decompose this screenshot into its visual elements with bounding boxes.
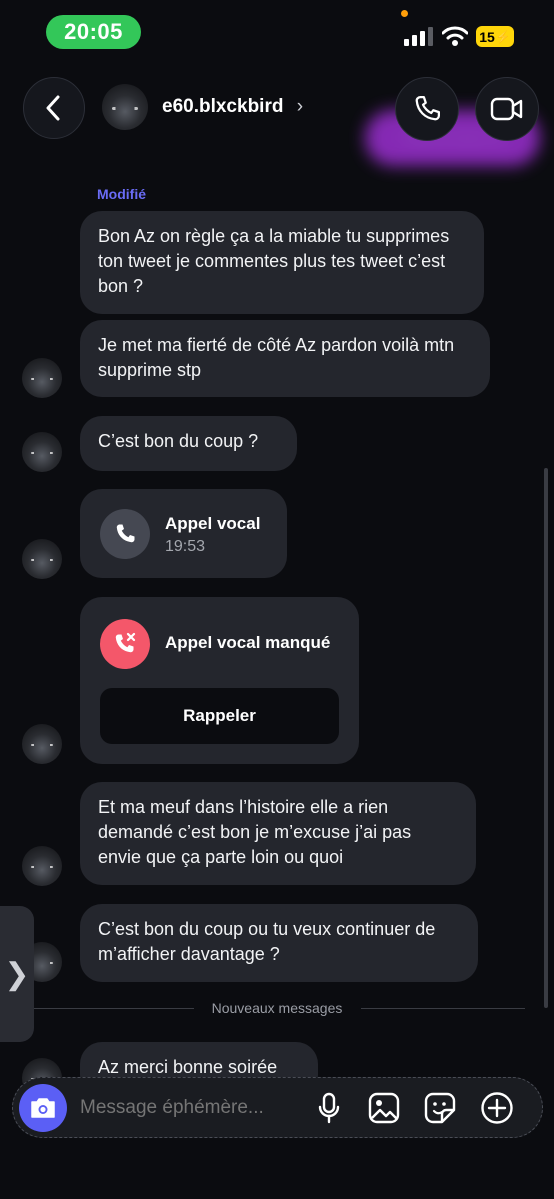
privacy-indicator bbox=[401, 10, 408, 17]
username: e60.blxckbird bbox=[162, 96, 284, 117]
phone-icon bbox=[415, 96, 440, 121]
missed-call-icon bbox=[100, 619, 150, 669]
sender-avatar bbox=[22, 539, 62, 579]
voice-call-button[interactable] bbox=[395, 77, 459, 141]
battery-indicator: 15 ⚡ bbox=[476, 26, 514, 47]
divider-line bbox=[361, 1008, 525, 1009]
status-time: 20:05 bbox=[46, 15, 141, 49]
sender-avatar bbox=[22, 846, 62, 886]
missed-call-title: Appel vocal manqué bbox=[165, 633, 331, 652]
camera-button[interactable] bbox=[19, 1084, 67, 1132]
video-icon bbox=[490, 97, 523, 121]
charging-icon: ⚡ bbox=[495, 29, 511, 44]
edited-label: Modifié bbox=[97, 186, 146, 202]
sticker-icon bbox=[424, 1092, 456, 1124]
microphone-button[interactable] bbox=[312, 1091, 346, 1125]
camera-icon bbox=[31, 1098, 55, 1118]
more-button[interactable] bbox=[480, 1091, 514, 1125]
message-bubble[interactable]: Je met ma fierté de côté Az pardon voilà… bbox=[80, 320, 490, 397]
chevron-left-icon bbox=[46, 95, 60, 121]
message-bubble[interactable]: Bon Az on règle ça a la miable tu suppri… bbox=[80, 211, 484, 314]
plus-icon bbox=[481, 1092, 513, 1124]
side-panel-handle[interactable]: ❯ bbox=[0, 906, 34, 1042]
chevron-right-icon: › bbox=[296, 96, 304, 117]
sticker-button[interactable] bbox=[423, 1091, 457, 1125]
phone-icon bbox=[100, 509, 150, 559]
call-time: 19:53 bbox=[165, 538, 206, 555]
signal-icon bbox=[404, 26, 434, 51]
wifi-icon bbox=[441, 25, 469, 52]
battery-level: 15 bbox=[479, 28, 495, 45]
message-bubble[interactable]: C’est bon du coup ou tu veux continuer d… bbox=[80, 904, 478, 982]
sender-avatar bbox=[22, 724, 62, 764]
voice-call-card[interactable]: Appel vocal 19:53 bbox=[80, 489, 287, 578]
sender-avatar bbox=[22, 358, 62, 398]
call-title: Appel vocal bbox=[165, 514, 261, 533]
recall-button[interactable]: Rappeler bbox=[100, 688, 339, 744]
video-call-button[interactable] bbox=[475, 77, 539, 141]
message-bubble[interactable]: Et ma meuf dans l’histoire elle a rien d… bbox=[80, 782, 476, 885]
gallery-button[interactable] bbox=[367, 1091, 401, 1125]
new-messages-divider: Nouveaux messages bbox=[211, 1000, 343, 1016]
contact-name[interactable]: e60.blxckbird › bbox=[162, 96, 303, 118]
scrollbar[interactable] bbox=[544, 468, 548, 1008]
back-button[interactable] bbox=[23, 77, 85, 139]
message-bubble[interactable]: C’est bon du coup ? bbox=[80, 416, 297, 471]
sender-avatar bbox=[22, 432, 62, 472]
divider-line bbox=[34, 1008, 194, 1009]
message-input[interactable] bbox=[80, 1097, 300, 1119]
image-icon bbox=[368, 1092, 400, 1124]
contact-avatar[interactable] bbox=[102, 84, 148, 130]
microphone-icon bbox=[318, 1092, 340, 1124]
